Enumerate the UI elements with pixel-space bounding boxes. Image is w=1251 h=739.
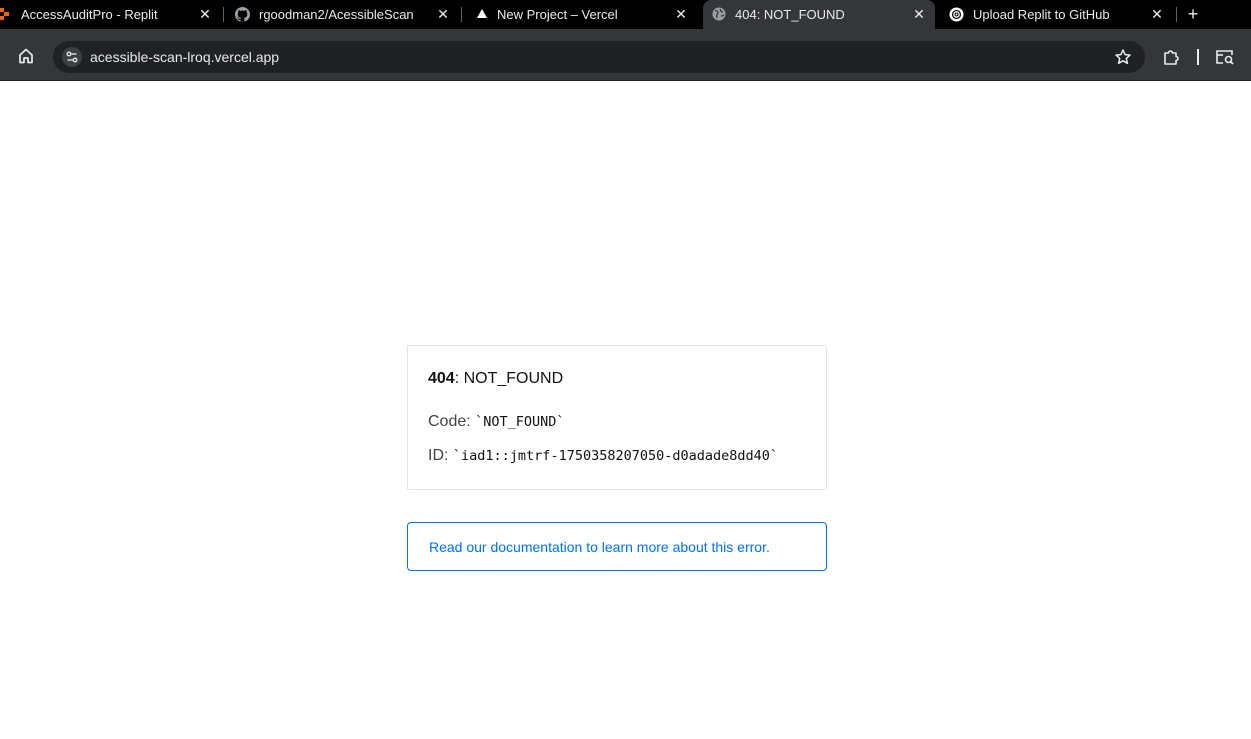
browser-toolbar: acessible-scan-lroq.vercel.app <box>0 29 1251 81</box>
toolbar-divider <box>1197 49 1199 65</box>
tune-icon <box>62 47 82 67</box>
github-icon <box>235 7 250 22</box>
id-label: ID: <box>428 447 449 464</box>
replit-icon <box>0 7 14 21</box>
star-icon <box>1115 49 1131 65</box>
vercel-icon <box>476 7 490 21</box>
docs-link-box: Read our documentation to learn more abo… <box>407 522 827 571</box>
id-value: `iad1::jmtrf-1750358207050-d0adade8dd40` <box>452 448 779 464</box>
error-heading: 404: NOT_FOUND <box>428 370 563 388</box>
code-label: Code: <box>428 413 471 430</box>
extensions-button[interactable] <box>1161 47 1181 67</box>
new-tab-button[interactable]: + <box>1184 5 1202 23</box>
tab-title: New Project – Vercel <box>497 7 618 22</box>
tab-title: AccessAuditPro - Replit <box>21 7 158 22</box>
side-panel-search-icon <box>1216 50 1234 65</box>
url-text[interactable]: acessible-scan-lroq.vercel.app <box>90 49 279 65</box>
tab-github[interactable]: rgoodman2/AcessibleScan ✕ <box>224 0 460 29</box>
puzzle-icon <box>1164 50 1179 65</box>
tab-accessauditpro[interactable]: AccessAuditPro - Replit ✕ <box>0 0 222 29</box>
openai-icon <box>949 7 964 22</box>
home-button[interactable] <box>16 46 36 66</box>
home-icon <box>19 48 33 64</box>
docs-link[interactable]: Read our documentation to learn more abo… <box>429 539 770 555</box>
globe-icon <box>712 7 726 21</box>
close-icon[interactable]: ✕ <box>1149 6 1165 22</box>
tab-title: Upload Replit to GitHub <box>973 7 1110 22</box>
tab-separator <box>1176 7 1177 22</box>
tab-title: 404: NOT_FOUND <box>735 7 845 22</box>
bookmark-button[interactable] <box>1113 47 1133 67</box>
status-code: 404 <box>428 370 455 387</box>
error-card: 404: NOT_FOUND Code: `NOT_FOUND` ID: `ia… <box>407 345 827 490</box>
tab-upload-replit[interactable]: Upload Replit to GitHub ✕ <box>936 0 1174 29</box>
tab-vercel[interactable]: New Project – Vercel ✕ <box>462 0 702 29</box>
close-icon[interactable]: ✕ <box>911 6 927 22</box>
code-value: `NOT_FOUND` <box>475 414 565 430</box>
close-icon[interactable]: ✕ <box>673 6 689 22</box>
address-bar[interactable]: acessible-scan-lroq.vercel.app <box>53 41 1145 73</box>
side-panel-button[interactable] <box>1214 47 1236 67</box>
close-icon[interactable]: ✕ <box>435 6 451 22</box>
status-text: : NOT_FOUND <box>454 370 564 387</box>
tab-title: rgoodman2/AcessibleScan <box>259 7 414 22</box>
page-content: 404: NOT_FOUND Code: `NOT_FOUND` ID: `ia… <box>0 82 1251 739</box>
site-info-button[interactable] <box>61 47 83 67</box>
tab-strip: AccessAuditPro - Replit ✕ rgoodman2/Aces… <box>0 0 1251 29</box>
error-id-line: ID: `iad1::jmtrf-1750358207050-d0adade8d… <box>428 447 778 465</box>
error-code-line: Code: `NOT_FOUND` <box>428 413 565 431</box>
tab-404-not-found[interactable]: 404: NOT_FOUND ✕ <box>703 0 935 29</box>
close-icon[interactable]: ✕ <box>197 6 213 22</box>
